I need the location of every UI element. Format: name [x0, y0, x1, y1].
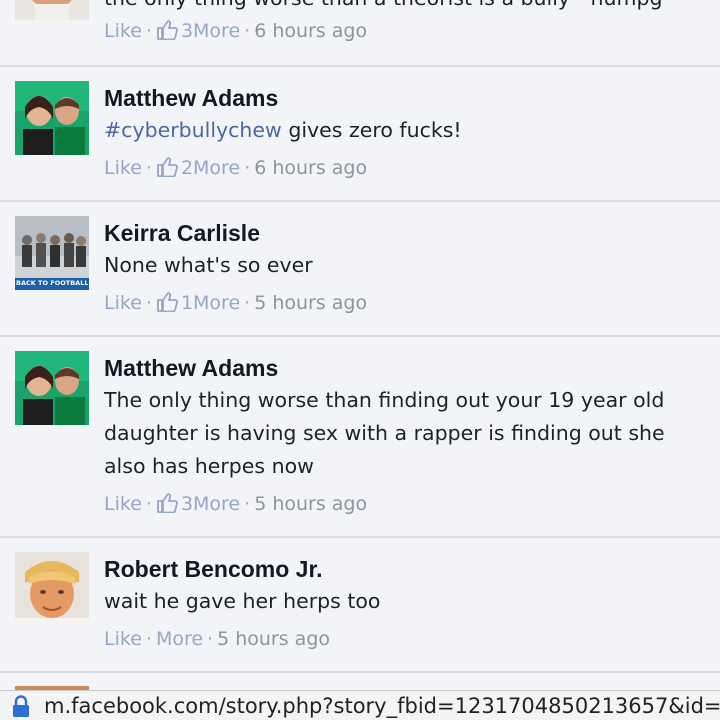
comment-text: the only thing worse than a theorist is … [104, 0, 700, 15]
more-button[interactable]: More [193, 493, 240, 515]
reaction-count[interactable]: 1 [156, 292, 193, 314]
more-button[interactable]: More [156, 628, 203, 650]
separator-dot: · [244, 20, 251, 42]
avatar[interactable] [15, 351, 89, 425]
comment-time: 5 hours ago [254, 292, 368, 314]
like-button[interactable]: Like [104, 292, 142, 314]
comment-actions: Like · 2More · 6 hours ago [104, 155, 700, 181]
comment-author[interactable]: Robert Bencomo Jr. [104, 555, 700, 583]
separator-dot: · [145, 493, 152, 515]
comment-actions: Like · 1More · 5 hours ago [104, 290, 700, 316]
comment-author[interactable]: Matthew Adams [104, 84, 700, 112]
separator-dot: · [207, 628, 214, 650]
comment-item: Matthew Adams #cyberbullychew gives zero… [0, 67, 720, 202]
thumbs-up-icon [157, 20, 178, 40]
comment-text: None what's so ever [104, 253, 313, 277]
separator-dot: · [145, 628, 152, 650]
comment-actions: Like · More · 5 hours ago [104, 626, 700, 652]
like-button[interactable]: Like [104, 20, 142, 42]
comment-text: wait he gave her herps too [104, 589, 381, 613]
comment-text: The only thing worse than finding out yo… [104, 388, 665, 478]
avatar[interactable] [15, 552, 89, 626]
more-button[interactable]: More [193, 292, 240, 314]
hashtag-link[interactable]: #cyberbullychew [104, 118, 282, 142]
separator-dot: · [244, 157, 251, 179]
separator-dot: · [244, 493, 251, 515]
avatar[interactable]: BACK TO FOOTBALL [15, 216, 89, 290]
avatar-image [15, 0, 89, 20]
like-button[interactable]: Like [104, 493, 142, 515]
avatar-caption: BACK TO FOOTBALL [16, 279, 88, 287]
reaction-count-number: 2 [180, 157, 194, 179]
comment-item: BACK TO FOOTBALL Keirra Carlisle None wh… [0, 202, 720, 337]
separator-dot: · [145, 20, 152, 42]
separator-dot: · [145, 292, 152, 314]
avatar[interactable] [15, 81, 89, 155]
comment-author[interactable]: Matthew Adams [104, 354, 700, 382]
separator-dot: · [244, 292, 251, 314]
comment-time: 6 hours ago [254, 20, 368, 42]
comment-partial-top: the only thing worse than a theorist is … [0, 0, 720, 67]
comment-author[interactable]: Keirra Carlisle [104, 219, 700, 247]
thumbs-up-icon [157, 157, 178, 177]
comment-time: 5 hours ago [217, 628, 331, 650]
reaction-count-number: 3 [180, 493, 194, 515]
reaction-count[interactable]: 3 [156, 493, 193, 515]
thumbs-up-icon [157, 292, 178, 312]
address-bar[interactable]: m.facebook.com/story.php?story_fbid=1231… [0, 690, 720, 720]
comment-actions: Like · 3More · 5 hours ago [104, 491, 700, 517]
avatar-image [15, 351, 89, 425]
reaction-count-number: 1 [180, 292, 194, 314]
comment-actions: Like · 3More · 6 hours ago [104, 18, 700, 44]
comment-text: #cyberbullychew gives zero fucks! [104, 114, 700, 147]
avatar-image [15, 81, 89, 155]
comment-text-body: gives zero fucks! [281, 118, 462, 142]
reaction-count[interactable]: 3 [156, 20, 193, 42]
more-button[interactable]: More [193, 157, 240, 179]
avatar[interactable] [15, 0, 89, 20]
separator-dot: · [145, 157, 152, 179]
comment-time: 5 hours ago [254, 493, 368, 515]
reaction-count[interactable]: 2 [156, 157, 193, 179]
url-text[interactable]: m.facebook.com/story.php?story_fbid=1231… [44, 691, 720, 720]
reaction-count-number: 3 [180, 20, 194, 42]
like-button[interactable]: Like [104, 157, 142, 179]
comment-time: 6 hours ago [254, 157, 368, 179]
thumbs-up-icon [157, 493, 178, 513]
comment-item: Robert Bencomo Jr. wait he gave her herp… [0, 538, 720, 673]
lock-icon [13, 695, 29, 717]
avatar-image [15, 552, 89, 626]
more-button[interactable]: More [193, 20, 240, 42]
like-button[interactable]: Like [104, 628, 142, 650]
comment-item: Matthew Adams The only thing worse than … [0, 337, 720, 538]
